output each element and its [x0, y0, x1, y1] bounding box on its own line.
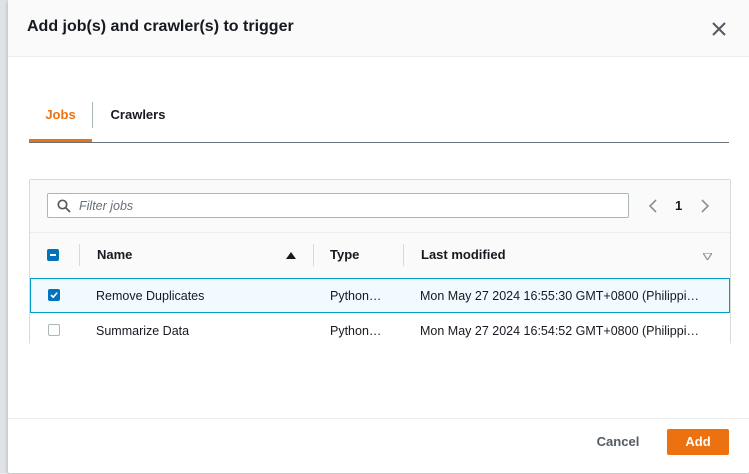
search-icon — [57, 199, 71, 213]
modal-title: Add job(s) and crawler(s) to trigger — [27, 18, 294, 35]
add-button[interactable]: Add — [667, 429, 729, 455]
column-divider — [403, 244, 404, 266]
table-row[interactable]: Summarize Data Python… Mon May 27 2024 1… — [30, 314, 730, 349]
checkmark-icon — [50, 292, 58, 299]
modal-header: Add job(s) and crawler(s) to trigger — [8, 0, 749, 57]
row-checkbox[interactable] — [48, 324, 60, 336]
filter-jobs-input[interactable]: Filter jobs — [47, 193, 629, 218]
job-type: Python… — [330, 324, 382, 338]
close-button[interactable] — [708, 18, 730, 40]
job-name: Summarize Data — [96, 324, 190, 338]
column-header-type[interactable]: Type — [330, 247, 359, 262]
previous-page-button[interactable] — [646, 198, 660, 214]
next-page-button[interactable] — [698, 198, 712, 214]
column-header-last-modified[interactable]: Last modified — [421, 247, 506, 262]
job-last-modified: Mon May 27 2024 16:55:30 GMT+0800 (Phili… — [420, 289, 699, 303]
job-last-modified: Mon May 27 2024 16:54:52 GMT+0800 (Phili… — [420, 324, 699, 338]
jobs-table: Filter jobs 1 Name Type Last modified Re… — [29, 179, 731, 349]
job-name: Remove Duplicates — [96, 289, 205, 303]
close-icon — [712, 22, 726, 36]
table-header: Name Type Last modified — [30, 232, 730, 279]
filter-bar: Filter jobs 1 — [30, 180, 730, 232]
tab-list: Jobs Crawlers — [29, 92, 729, 143]
column-header-name[interactable]: Name — [97, 247, 132, 262]
sort-ascending-icon[interactable] — [286, 252, 296, 260]
chevron-left-icon — [648, 199, 657, 213]
column-divider — [313, 244, 314, 266]
sort-indicator-icon[interactable] — [703, 253, 712, 260]
filter-placeholder: Filter jobs — [79, 199, 134, 213]
job-type: Python… — [330, 289, 382, 303]
current-page-number[interactable]: 1 — [675, 198, 682, 213]
column-divider — [79, 244, 80, 266]
chevron-right-icon — [701, 199, 710, 213]
modal-footer: Cancel Add — [8, 418, 749, 474]
tab-crawlers[interactable]: Crawlers — [93, 92, 183, 140]
table-row[interactable]: Remove Duplicates Python… Mon May 27 202… — [30, 278, 730, 313]
row-checkbox[interactable] — [48, 289, 60, 301]
cancel-button[interactable]: Cancel — [583, 429, 653, 455]
tab-jobs[interactable]: Jobs — [29, 92, 92, 142]
add-to-trigger-modal: Add job(s) and crawler(s) to trigger Job… — [8, 0, 749, 473]
select-all-checkbox[interactable] — [47, 249, 59, 261]
